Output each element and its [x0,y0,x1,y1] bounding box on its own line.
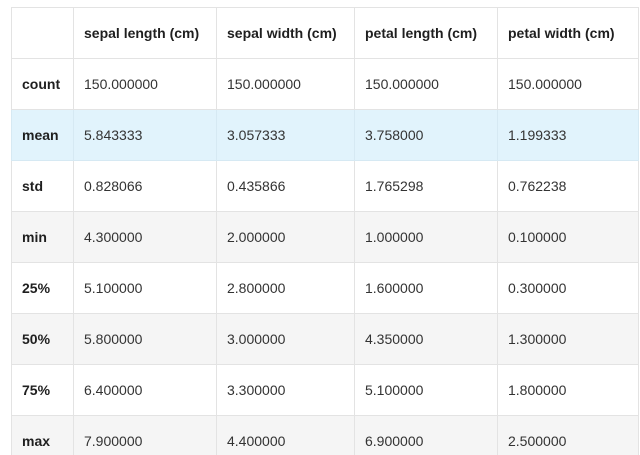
table-cell: 4.300000 [73,211,217,263]
corner-cell [11,7,74,59]
table-cell: 7.900000 [73,415,217,455]
table-cell: 1.765298 [354,160,498,212]
table-cell: 5.800000 [73,313,217,365]
row-label: mean [11,109,74,161]
table-cell: 3.000000 [216,313,355,365]
column-header: sepal width (cm) [216,7,355,59]
table-cell: 1.300000 [497,313,639,365]
table-body: count 150.000000 150.000000 150.000000 1… [11,58,639,455]
table-row: 25% 5.100000 2.800000 1.600000 0.300000 [11,262,639,314]
table-row: 50% 5.800000 3.000000 4.350000 1.300000 [11,313,639,365]
table-cell: 5.100000 [354,364,498,416]
table-cell: 1.199333 [497,109,639,161]
column-header: petal width (cm) [497,7,639,59]
table-cell: 2.000000 [216,211,355,263]
table-row: min 4.300000 2.000000 1.000000 0.100000 [11,211,639,263]
table-row: count 150.000000 150.000000 150.000000 1… [11,58,639,110]
table-cell: 1.800000 [497,364,639,416]
table-cell: 0.100000 [497,211,639,263]
table-cell: 6.900000 [354,415,498,455]
row-label: 50% [11,313,74,365]
table-cell: 1.000000 [354,211,498,263]
table-cell: 3.057333 [216,109,355,161]
column-header: petal length (cm) [354,7,498,59]
table-cell: 150.000000 [354,58,498,110]
table-cell: 150.000000 [216,58,355,110]
row-label: 75% [11,364,74,416]
table-cell: 6.400000 [73,364,217,416]
table-cell: 150.000000 [497,58,639,110]
table-cell: 3.758000 [354,109,498,161]
table-cell: 4.400000 [216,415,355,455]
header-row: sepal length (cm) sepal width (cm) petal… [11,7,639,59]
row-label: 25% [11,262,74,314]
dataframe-output: sepal length (cm) sepal width (cm) petal… [0,0,640,455]
table-cell: 3.300000 [216,364,355,416]
table-row: mean 5.843333 3.057333 3.758000 1.199333 [11,109,639,161]
table-cell: 0.435866 [216,160,355,212]
table-cell: 2.500000 [497,415,639,455]
table-cell: 5.100000 [73,262,217,314]
row-label: max [11,415,74,455]
column-header: sepal length (cm) [73,7,217,59]
row-label: min [11,211,74,263]
table-cell: 2.800000 [216,262,355,314]
table-cell: 150.000000 [73,58,217,110]
table-cell: 0.828066 [73,160,217,212]
table-cell: 0.762238 [497,160,639,212]
table-cell: 1.600000 [354,262,498,314]
table-row: max 7.900000 4.400000 6.900000 2.500000 [11,415,639,455]
table-header: sepal length (cm) sepal width (cm) petal… [11,7,639,59]
table-cell: 4.350000 [354,313,498,365]
table-row: 75% 6.400000 3.300000 5.100000 1.800000 [11,364,639,416]
table-row: std 0.828066 0.435866 1.765298 0.762238 [11,160,639,212]
table-cell: 0.300000 [497,262,639,314]
row-label: std [11,160,74,212]
describe-table: sepal length (cm) sepal width (cm) petal… [11,7,639,455]
table-cell: 5.843333 [73,109,217,161]
row-label: count [11,58,74,110]
